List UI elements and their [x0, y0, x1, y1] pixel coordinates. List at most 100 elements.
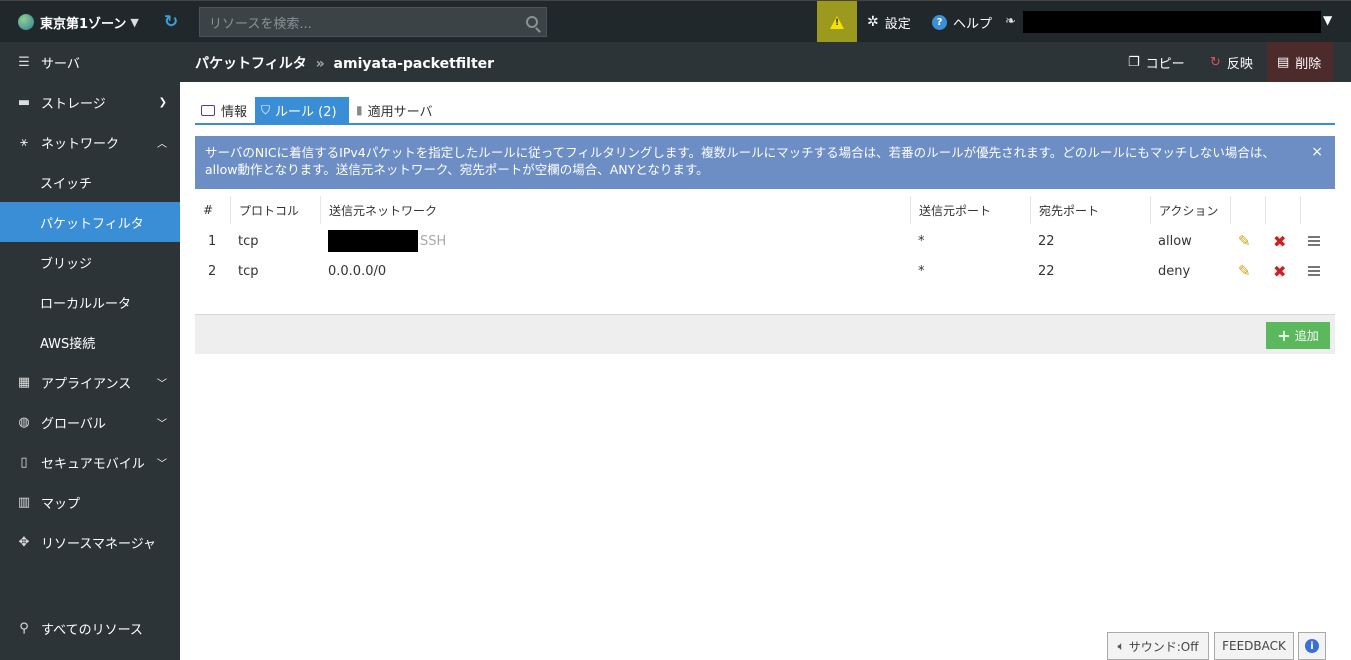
- breadcrumb-separator: »: [315, 56, 325, 72]
- table-row: 2 tcp 0.0.0.0/0 * 22 deny ✎ ✖: [195, 256, 1335, 286]
- apply-icon: ↻: [1210, 54, 1221, 70]
- sidebar-item-map[interactable]: ▥ マップ: [0, 482, 180, 522]
- delete-label: 削除: [1295, 56, 1322, 72]
- sidebar-item-label: ネットワーク: [41, 136, 120, 152]
- globe-icon: [18, 14, 34, 30]
- row-action: deny: [1158, 263, 1191, 279]
- sidebar-subitem-bridge[interactable]: ブリッジ: [0, 242, 180, 282]
- sidebar-item-label: すべてのリソース: [41, 622, 143, 638]
- drag-handle[interactable]: [1300, 226, 1320, 256]
- help-button[interactable]: ? ヘルプ: [932, 1, 992, 43]
- sidebar-subitem-switch[interactable]: スイッチ: [0, 162, 180, 202]
- sound-toggle[interactable]: 🔈︎ サウンド:Off: [1107, 632, 1209, 660]
- col-header-dest-port: 宛先ポート: [1030, 196, 1150, 224]
- col-header-num: #: [203, 203, 214, 217]
- add-rule-button[interactable]: + 追加: [1266, 322, 1330, 349]
- storage-icon: ▬: [17, 94, 31, 110]
- sidebar-item-storage[interactable]: ▬ ストレージ ❯: [0, 82, 180, 122]
- close-icon: ✖: [1273, 261, 1287, 281]
- col-header-drag: [1300, 196, 1335, 224]
- delete-button[interactable]: ▤ 削除: [1267, 42, 1333, 82]
- close-icon: ✖: [1273, 231, 1287, 251]
- copy-button[interactable]: ❐ コピー: [1128, 42, 1185, 82]
- table-header: # プロトコル 送信元ネットワーク 送信元ポート 宛先ポート アクション: [195, 196, 1335, 224]
- sidebar-item-resource-manager[interactable]: ✥ リソースマネージャ: [0, 522, 180, 562]
- sound-label: サウンド:Off: [1128, 639, 1199, 654]
- rules-table: # プロトコル 送信元ネットワーク 送信元ポート 宛先ポート アクション 1 t…: [195, 196, 1335, 286]
- speaker-icon: 🔈︎: [1117, 638, 1125, 653]
- copy-icon: ❐: [1128, 54, 1140, 70]
- sidebar-item-network[interactable]: ⚹ ネットワーク ︿: [0, 122, 180, 162]
- chevron-down-icon: ﹀: [157, 378, 167, 390]
- drag-handle[interactable]: [1300, 256, 1320, 286]
- sidebar-subitem-local-router[interactable]: ローカルルータ: [0, 282, 180, 322]
- search-input[interactable]: リソースを検索...: [199, 7, 547, 37]
- user-account[interactable]: [1023, 11, 1321, 33]
- tab-label: 適用サーバ: [367, 104, 433, 120]
- info-notice: サーバのNICに着信するIPv4パケットを指定したルールに従ってフィルタリングし…: [195, 136, 1335, 189]
- menu-icon: [1308, 266, 1320, 276]
- sidebar-item-all-resources[interactable]: ⚲ すべてのリソース: [0, 608, 180, 648]
- zone-selector[interactable]: 東京第1ゾーン ▼: [0, 1, 155, 43]
- row-source-network: 0.0.0.0/0: [328, 263, 387, 279]
- table-row: 1 tcp SSH * 22 allow ✎ ✖: [195, 226, 1335, 256]
- help-icon: ?: [932, 14, 947, 30]
- info-button[interactable]: i: [1298, 632, 1326, 660]
- shield-icon: ⛉: [261, 102, 271, 117]
- search-icon: ⚲: [19, 620, 29, 636]
- row-protocol: tcp: [238, 263, 259, 279]
- sidebar-item-appliance[interactable]: ▦ アプライアンス ﹀: [0, 362, 180, 402]
- row-action: allow: [1158, 233, 1192, 249]
- edit-button[interactable]: ✎: [1230, 256, 1251, 286]
- row-protocol: tcp: [238, 233, 259, 249]
- warning-button[interactable]: !: [817, 1, 857, 43]
- edit-button[interactable]: ✎: [1230, 226, 1251, 256]
- source-note: SSH: [420, 233, 447, 249]
- appliance-icon: ▦: [17, 374, 31, 390]
- apply-button[interactable]: ↻ 反映: [1210, 42, 1253, 82]
- info-icon: i: [1305, 639, 1319, 653]
- row-source-port: *: [918, 263, 925, 279]
- server-icon: ▮: [356, 103, 363, 117]
- row-number: 2: [208, 263, 217, 279]
- refresh-icon[interactable]: ↻: [160, 11, 182, 33]
- close-icon[interactable]: ×: [1311, 144, 1323, 161]
- sidebar-item-label: リソースマネージャ: [41, 536, 157, 552]
- tab-rules[interactable]: ⛉ ルール (2): [255, 97, 349, 123]
- delete-rule-button[interactable]: ✖: [1265, 226, 1286, 256]
- settings-button[interactable]: ✲ 設定: [867, 1, 911, 43]
- tab-applied-servers[interactable]: ▮ 適用サーバ: [350, 97, 438, 123]
- apply-label: 反映: [1226, 56, 1253, 72]
- chevron-down-icon: ❯: [158, 96, 167, 108]
- row-source-network: SSH: [320, 226, 446, 256]
- chevron-down-icon: ﹀: [157, 418, 167, 430]
- sidebar-subitem-aws[interactable]: AWS接続: [0, 322, 180, 362]
- feedback-button[interactable]: FEEDBACK: [1214, 632, 1294, 660]
- sidebar-item-secure-mobile[interactable]: ▯ セキュアモバイル ﹀: [0, 442, 180, 482]
- chevron-down-icon: ▼: [130, 15, 139, 29]
- notice-text: サーバのNICに着信するIPv4パケットを指定したルールに従ってフィルタリングし…: [205, 145, 1275, 177]
- zone-label: 東京第1ゾーン: [40, 16, 127, 32]
- header-bar: パケットフィルタ » amiyata-packetfilter ❐ コピー ↻ …: [180, 42, 1351, 82]
- table-footer: + 追加: [195, 314, 1335, 354]
- breadcrumb-parent[interactable]: パケットフィルタ: [195, 56, 307, 72]
- search-icon: [526, 16, 538, 28]
- sidebar-subitem-packetfilter[interactable]: パケットフィルタ: [0, 202, 180, 242]
- user-menu-chevron-icon[interactable]: ▼: [1323, 13, 1332, 27]
- mobile-icon: ▯: [20, 454, 28, 470]
- tab-bar: 情報 ⛉ ルール (2) ▮ 適用サーバ: [195, 97, 1335, 125]
- sidebar-item-label: セキュアモバイル: [41, 456, 145, 472]
- globe-icon: ◍: [18, 414, 30, 430]
- delete-rule-button[interactable]: ✖: [1265, 256, 1286, 286]
- top-bar: 東京第1ゾーン ▼ ↻ リソースを検索... ! ✲ 設定 ? ヘルプ ❧ ▼: [0, 0, 1351, 43]
- tab-info[interactable]: 情報: [195, 97, 253, 123]
- copy-label: コピー: [1145, 56, 1185, 72]
- sidebar-item-server[interactable]: ☰ サーバ: [0, 42, 180, 82]
- sidebar-item-label: グローバル: [41, 416, 106, 432]
- row-dest-port: 22: [1038, 233, 1055, 249]
- plus-icon: +: [1277, 326, 1291, 345]
- tab-label: ルール (2): [275, 104, 337, 120]
- sidebar-item-global[interactable]: ◍ グローバル ﹀: [0, 402, 180, 442]
- info-card-icon: [201, 104, 215, 116]
- sidebar-item-label: マップ: [41, 496, 81, 512]
